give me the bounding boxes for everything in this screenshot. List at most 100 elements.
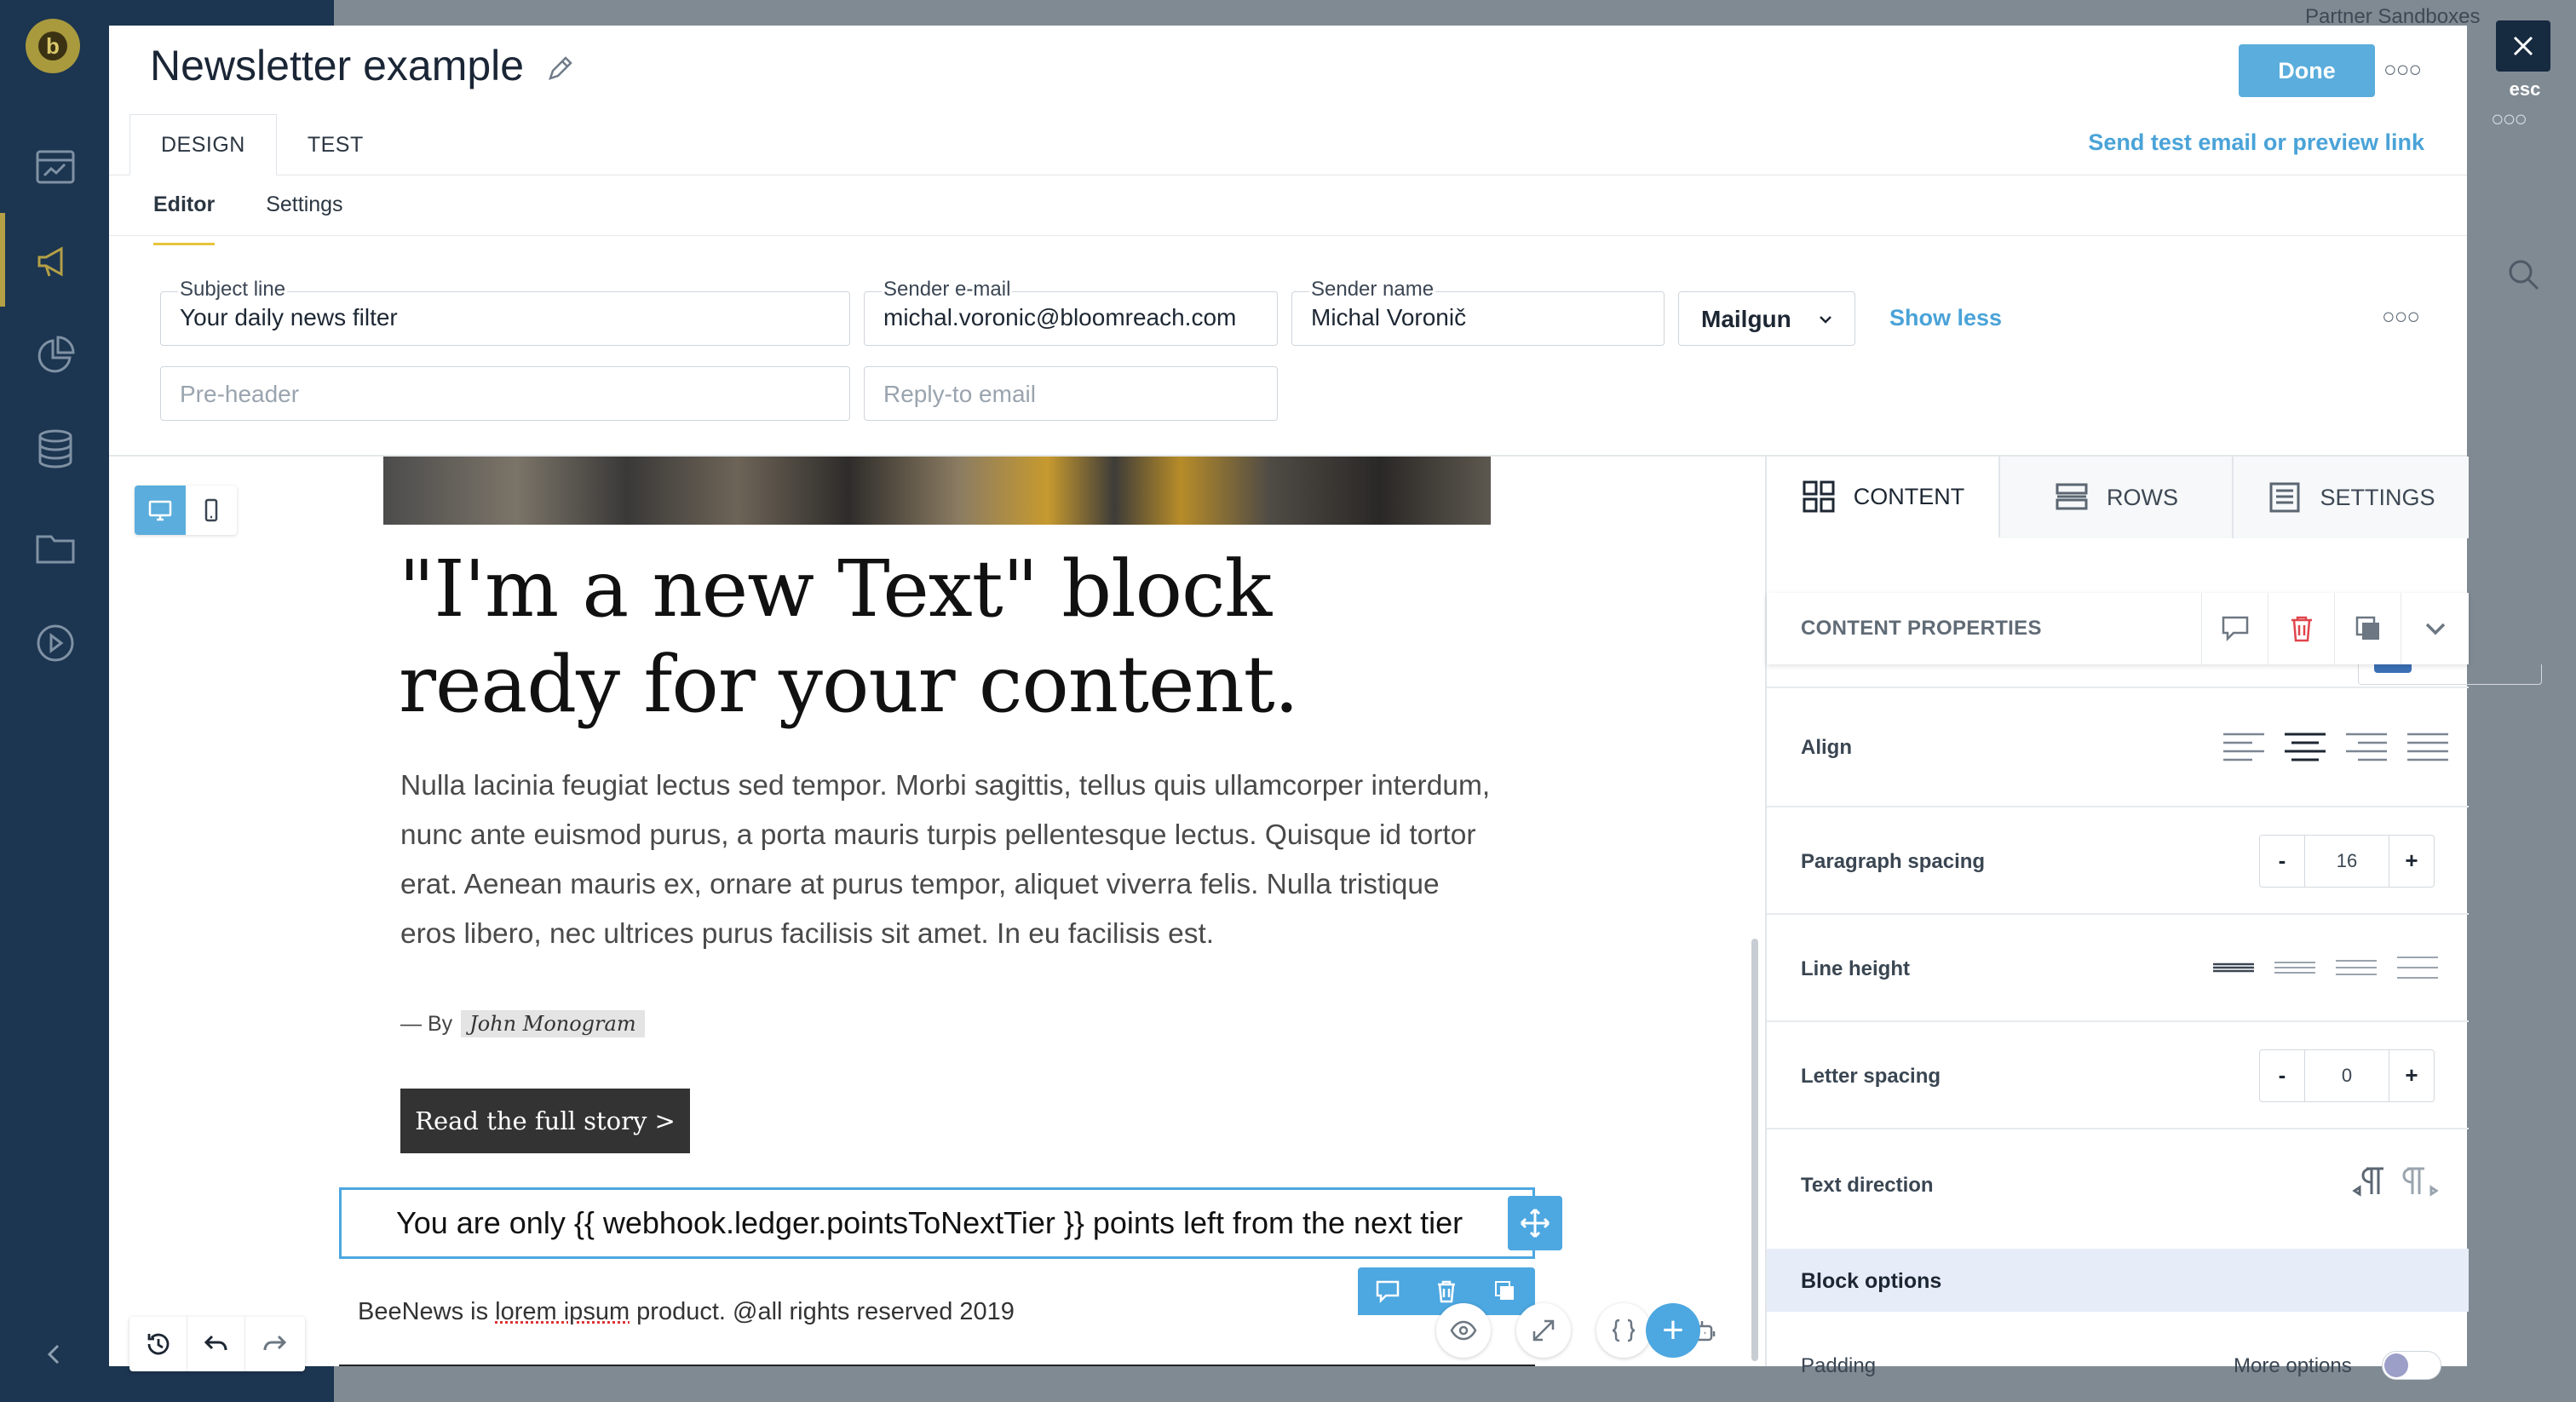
expand-button[interactable] <box>1516 1303 1571 1358</box>
provider-select[interactable]: Mailgun <box>1678 291 1855 346</box>
show-less-link[interactable]: Show less <box>1889 305 2002 331</box>
tab-design[interactable]: DESIGN <box>129 114 277 175</box>
search-icon[interactable] <box>2503 254 2545 296</box>
sender-email-field[interactable]: Sender e-mail michal.voronic@bloomreach.… <box>864 279 1278 346</box>
tab-test[interactable]: TEST <box>277 114 394 175</box>
sender-name-field[interactable]: Sender name Michal Voronič <box>1291 279 1665 346</box>
tab-panel-settings[interactable]: SETTINGS <box>2234 457 2469 538</box>
chevron-left-icon[interactable] <box>37 1337 72 1371</box>
folder-icon[interactable] <box>34 526 77 569</box>
field-options-icon[interactable]: ○○○ <box>2382 303 2420 330</box>
subject-line-field[interactable]: Subject line Your daily news filter <box>160 279 850 346</box>
more-options-icon[interactable]: ○○○ <box>2383 56 2422 83</box>
collapse-properties-button[interactable] <box>2401 593 2469 664</box>
tab-rows-label: ROWS <box>2107 484 2178 510</box>
email-body-text[interactable]: Nulla lacinia feugiat lectus sed tempor.… <box>400 761 1499 959</box>
app-logo[interactable]: b <box>26 19 80 73</box>
paragraph-spacing-row: Paragraph spacing - 16 + <box>1767 807 2469 915</box>
hero-image[interactable] <box>383 457 1491 525</box>
preview-button[interactable] <box>1436 1303 1491 1358</box>
ltr-direction-icon[interactable] <box>2351 1164 2389 1201</box>
duplicate-properties-button[interactable] <box>2334 593 2401 664</box>
tab-content-label: CONTENT <box>1853 483 1965 509</box>
partial-control[interactable] <box>2358 664 2542 685</box>
email-footer-text[interactable]: BeeNews is lorem ipsum product. @all rig… <box>358 1298 1015 1326</box>
nav-active-indicator <box>0 213 5 307</box>
comment-properties-button[interactable] <box>2201 593 2268 664</box>
paragraph-spacing-decrement[interactable]: - <box>2260 836 2304 886</box>
letter-spacing-value[interactable]: 0 <box>2304 1050 2389 1101</box>
close-icon <box>2513 36 2533 56</box>
read-story-button[interactable]: Read the full story > <box>400 1089 690 1153</box>
properties-panel: CONTENT ROWS SETTINGS CONTENT PROPERTIES <box>1765 457 2542 1380</box>
block-options-row[interactable]: Block options <box>1767 1249 2469 1312</box>
reply-to-placeholder: Reply-to email <box>883 381 1036 407</box>
history-button[interactable] <box>129 1317 187 1371</box>
duplicate-block-button[interactable] <box>1475 1267 1534 1315</box>
paragraph-spacing-value[interactable]: 16 <box>2304 836 2389 887</box>
play-icon[interactable] <box>34 622 77 664</box>
undo-icon <box>204 1335 227 1351</box>
content-properties-header: CONTENT PROPERTIES <box>1767 593 2469 664</box>
email-byline[interactable]: — By John Monogram <box>400 1010 645 1037</box>
database-icon[interactable] <box>34 428 77 470</box>
duplicate-icon <box>2355 616 2379 640</box>
desktop-view-button[interactable] <box>135 486 186 535</box>
more-options-label: More options <box>2234 1354 2352 1377</box>
letter-spacing-increment[interactable]: + <box>2389 1050 2434 1100</box>
tab-settings-label: SETTINGS <box>2320 484 2435 510</box>
email-editor-modal: Newsletter example Done ○○○ DESIGN TEST … <box>109 26 2542 1380</box>
padding-label: Padding <box>1801 1354 1877 1377</box>
reply-to-field[interactable]: Reply-to email <box>864 366 1278 421</box>
more-options-toggle[interactable] <box>2382 1351 2441 1380</box>
email-heading[interactable]: "I'm a new Text" block ready for your co… <box>399 542 1506 733</box>
line-height-options <box>2211 951 2440 985</box>
eye-icon <box>1450 1320 1477 1341</box>
add-block-button[interactable]: + <box>1646 1303 1700 1358</box>
block-options-label: Block options <box>1801 1269 1942 1293</box>
footer-text-start: BeeNews is <box>358 1298 496 1325</box>
done-button[interactable]: Done <box>2239 44 2375 97</box>
tab-content[interactable]: CONTENT <box>1767 457 2000 538</box>
tab-rows[interactable]: ROWS <box>2000 457 2234 538</box>
subtab-editor[interactable]: Editor <box>153 192 216 245</box>
preheader-field[interactable]: Pre-header <box>160 366 850 421</box>
code-button[interactable] <box>1596 1303 1651 1358</box>
duplicate-icon <box>1494 1281 1514 1300</box>
subtab-settings[interactable]: Settings <box>266 192 342 245</box>
device-toggle <box>135 486 237 535</box>
history-icon <box>147 1333 169 1355</box>
redo-button[interactable] <box>245 1317 303 1371</box>
rtl-direction-icon[interactable] <box>2402 1164 2440 1201</box>
selected-text-block[interactable]: You are only {{ webhook.ledger.pointsToN… <box>339 1187 1535 1259</box>
more-dots-icon[interactable]: ○○○ <box>2491 106 2527 132</box>
send-test-email-link[interactable]: Send test email or preview link <box>2088 129 2424 156</box>
line-height-relaxed-icon[interactable] <box>2334 951 2378 985</box>
undo-button[interactable] <box>187 1317 245 1371</box>
history-controls <box>129 1317 305 1371</box>
trash-icon <box>2291 616 2312 642</box>
text-direction-row: Text direction <box>1767 1129 2469 1249</box>
trash-icon <box>1437 1280 1455 1303</box>
megaphone-icon[interactable] <box>34 240 77 283</box>
move-handle[interactable] <box>1508 1196 1562 1250</box>
align-options <box>2222 729 2450 763</box>
align-center-icon[interactable] <box>2283 729 2327 763</box>
pencil-icon[interactable] <box>545 55 574 83</box>
letter-spacing-decrement[interactable]: - <box>2260 1050 2304 1100</box>
line-height-normal-icon[interactable] <box>2273 951 2317 985</box>
comment-block-button[interactable] <box>1358 1267 1417 1315</box>
line-height-tight-icon[interactable] <box>2211 951 2256 985</box>
analytics-icon[interactable] <box>34 334 77 376</box>
dashboard-icon[interactable] <box>34 147 77 189</box>
align-right-icon[interactable] <box>2344 729 2389 763</box>
text-direction-label: Text direction <box>1801 1174 1934 1197</box>
canvas-scrollbar[interactable] <box>1751 939 1758 1361</box>
close-button[interactable] <box>2496 20 2550 72</box>
mobile-view-button[interactable] <box>186 486 237 535</box>
align-justify-icon[interactable] <box>2406 729 2450 763</box>
line-height-loose-icon[interactable] <box>2395 951 2440 985</box>
delete-properties-button[interactable] <box>2268 593 2334 664</box>
align-left-icon[interactable] <box>2222 729 2266 763</box>
paragraph-spacing-increment[interactable]: + <box>2389 836 2434 886</box>
